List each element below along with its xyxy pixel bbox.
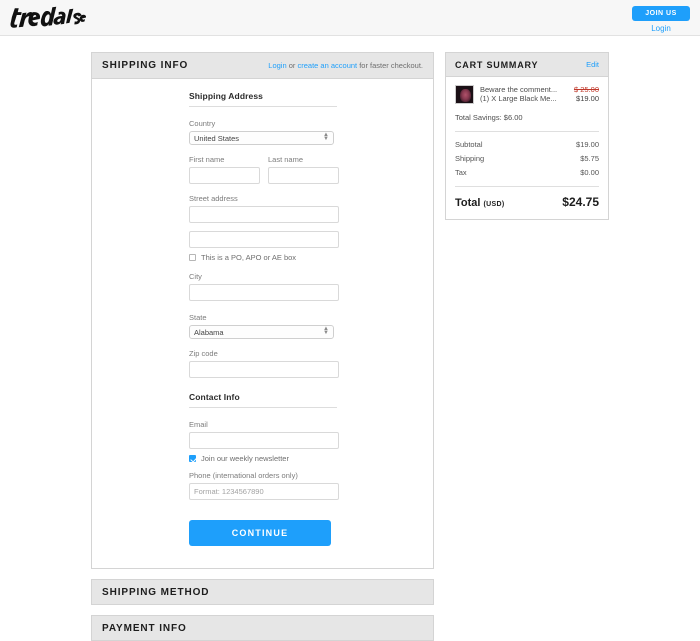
cart-grand-total-row: Total (USD) $24.75 (455, 195, 599, 209)
country-label: Country (189, 119, 216, 128)
product-thumbnail (455, 85, 474, 104)
cart-line-tax: Tax $0.00 (455, 168, 599, 177)
shipping-value: $5.75 (580, 154, 599, 163)
cart-summary-header: CART SUMMARY Edit (446, 53, 608, 77)
shipping-method-panel[interactable]: SHIPPING METHOD (91, 579, 434, 605)
subtotal-value: $19.00 (576, 140, 599, 149)
subtotal-label: Subtotal (455, 140, 483, 149)
contact-info-divider (189, 407, 337, 408)
join-us-button[interactable]: JOIN US (632, 6, 690, 21)
po-box-checkbox[interactable] (189, 254, 196, 261)
phone-label: Phone (international orders only) (189, 471, 298, 480)
zip-code-label: Zip code (189, 349, 218, 358)
grand-total-value: $24.75 (562, 195, 599, 209)
first-name-label: First name (189, 155, 225, 164)
cart-item-original-price: $ 25.00 (573, 85, 599, 94)
cart-edit-link[interactable]: Edit (586, 60, 599, 69)
last-name-input[interactable] (268, 167, 339, 184)
zip-code-input[interactable] (189, 361, 339, 378)
street-address-line1-input[interactable] (189, 206, 339, 223)
header-account-area: JOIN US Login (626, 6, 690, 33)
cart-item-variant-row: (1) X Large Black Me... $19.00 (480, 94, 599, 103)
shipping-label: Shipping (455, 154, 485, 163)
cart-line-subtotal: Subtotal $19.00 (455, 140, 599, 149)
grand-total-word: Total (455, 197, 481, 209)
city-label: City (189, 272, 202, 281)
state-label: State (189, 313, 207, 322)
po-box-label: This is a PO, APO or AE box (201, 253, 297, 262)
cart-item-name-row: Beware the comment... $ 25.00 (480, 85, 599, 94)
country-select[interactable]: United States (189, 131, 334, 145)
name-row: First name Last name (189, 155, 349, 184)
city-input[interactable] (189, 284, 339, 301)
shipping-info-header: SHIPPING INFO Login or create an account… (92, 53, 433, 79)
shipping-info-body: Shipping Address Country United States ▲… (92, 79, 433, 568)
total-savings: Total Savings: $6.00 (455, 113, 523, 122)
shipping-address-divider (189, 106, 337, 107)
newsletter-checkbox[interactable] (189, 455, 196, 462)
first-name-group: First name (189, 155, 260, 184)
continue-button[interactable]: CONTINUE (189, 520, 331, 546)
cart-item-name: Beware the comment... (480, 85, 558, 94)
cart-item-sale-price: $19.00 (576, 94, 599, 103)
newsletter-row[interactable]: Join our weekly newsletter (189, 454, 349, 463)
cart-line-item[interactable]: Beware the comment... $ 25.00 (1) X Larg… (455, 85, 599, 104)
newsletter-label: Join our weekly newsletter (201, 454, 289, 463)
shipping-method-title: SHIPPING METHOD (102, 586, 210, 598)
last-name-group: Last name (268, 155, 339, 184)
cart-summary-body: Beware the comment... $ 25.00 (1) X Larg… (446, 77, 608, 219)
contact-info-heading: Contact Info (189, 392, 240, 402)
checkout-page: SHIPPING INFO Login or create an account… (0, 36, 700, 641)
cart-item-variant: (1) X Large Black Me... (480, 94, 557, 103)
state-select[interactable]: Alabama (189, 325, 334, 339)
checkout-left-column: SHIPPING INFO Login or create an account… (91, 52, 434, 641)
grand-total-currency: (USD) (483, 201, 505, 208)
first-name-input[interactable] (189, 167, 260, 184)
tax-value: $0.00 (580, 168, 599, 177)
note-tail: for faster checkout. (357, 61, 423, 70)
cart-divider-2 (455, 186, 599, 187)
login-link[interactable]: Login (268, 61, 286, 70)
cart-summary-title: CART SUMMARY (455, 59, 539, 70)
shipping-info-title: SHIPPING INFO (102, 60, 189, 71)
shipping-info-panel: SHIPPING INFO Login or create an account… (91, 52, 434, 569)
payment-info-panel[interactable]: PAYMENT INFO (91, 615, 434, 641)
create-account-link[interactable]: create an account (298, 61, 358, 70)
state-select-wrap: Alabama ▲ ▼ (189, 325, 334, 339)
cart-item-text: Beware the comment... $ 25.00 (1) X Larg… (480, 85, 599, 103)
street-address-line2-input[interactable] (189, 231, 339, 248)
phone-input[interactable] (189, 483, 339, 500)
po-box-row[interactable]: This is a PO, APO or AE box (189, 253, 349, 262)
last-name-label: Last name (268, 155, 304, 164)
cart-summary-panel: CART SUMMARY Edit Beware the comment... … (445, 52, 609, 220)
header-login-link[interactable]: Login (632, 24, 690, 33)
guest-checkout-note: Login or create an account for faster ch… (268, 61, 423, 70)
country-select-wrap: United States ▲ ▼ (189, 131, 334, 145)
payment-info-title: PAYMENT INFO (102, 622, 187, 634)
cart-divider-1 (455, 131, 599, 132)
grand-total-label: Total (USD) (455, 197, 504, 209)
email-input[interactable] (189, 432, 339, 449)
note-or: or (286, 61, 298, 70)
tax-label: Tax (455, 168, 467, 177)
site-header: JOIN US Login (0, 0, 700, 36)
shipping-address-heading: Shipping Address (189, 91, 264, 101)
cart-line-shipping: Shipping $5.75 (455, 154, 599, 163)
shipping-form: Shipping Address Country United States ▲… (189, 91, 349, 546)
street-address-label: Street address (189, 194, 238, 203)
email-label: Email (189, 420, 208, 429)
threadless-logo[interactable] (8, 2, 86, 32)
